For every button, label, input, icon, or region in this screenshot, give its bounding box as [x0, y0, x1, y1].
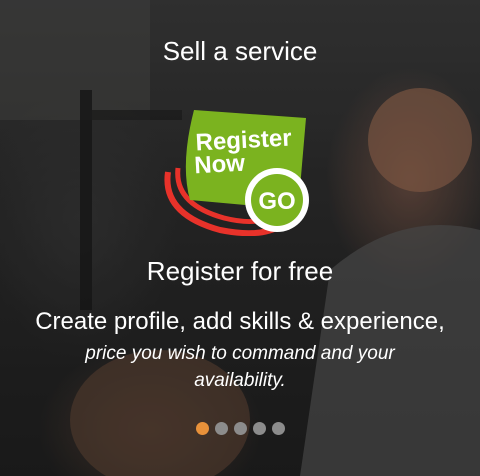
badge-line2: Now	[194, 150, 246, 180]
go-label: GO	[258, 188, 295, 215]
register-free-heading: Register for free	[146, 256, 334, 286]
slide-title: Sell a service	[162, 36, 318, 66]
pagination-dot-5[interactable]	[271, 422, 285, 435]
pagination-dot-2[interactable]	[214, 422, 228, 435]
lead-text: Create profile, add skills & experience,	[35, 308, 445, 335]
carousel-pagination	[0, 422, 480, 435]
dark-overlay	[0, 0, 480, 476]
register-now-badge[interactable]: Register Now GO	[160, 104, 314, 236]
pagination-dot-4[interactable]	[252, 422, 266, 435]
pagination-dot-3[interactable]	[233, 422, 247, 435]
description-text: price you wish to command and your avail…	[85, 343, 395, 391]
pagination-dot-1[interactable]	[195, 422, 209, 435]
carousel-slide: Sell a service Register Now GO Register …	[0, 0, 480, 476]
